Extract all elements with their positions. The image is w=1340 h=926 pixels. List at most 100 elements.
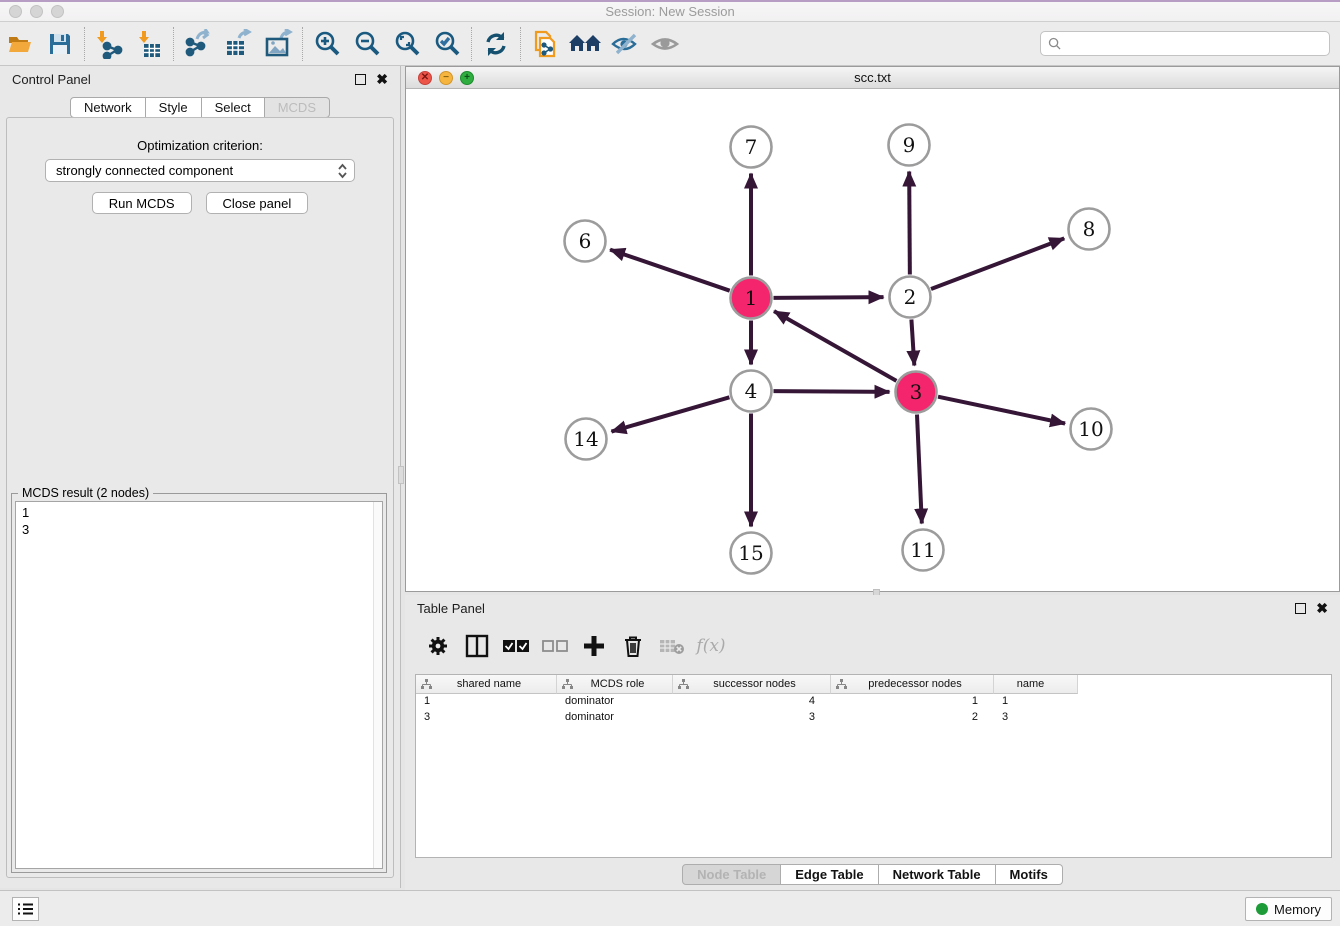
open-icon[interactable] — [0, 26, 40, 62]
vertical-splitter-handle[interactable] — [398, 466, 404, 484]
graph-edge-3-10[interactable] — [938, 397, 1065, 424]
zoom-out-icon[interactable] — [347, 26, 387, 62]
unselect-all-icon[interactable] — [540, 631, 570, 661]
graph-edge-1-6[interactable] — [610, 250, 730, 291]
column-visibility-icon[interactable] — [462, 631, 492, 661]
tab-mcds[interactable]: MCDS — [265, 97, 330, 118]
mcds-result-line: 1 — [22, 504, 382, 521]
run-mcds-button[interactable]: Run MCDS — [92, 192, 192, 214]
table-cell[interactable]: 1 — [831, 694, 994, 710]
refresh-icon[interactable] — [476, 26, 516, 62]
network-canvas[interactable]: 7968124314101511 — [406, 89, 1339, 591]
show-all-networks-icon[interactable] — [565, 26, 605, 62]
tab-select[interactable]: Select — [202, 97, 265, 118]
graph-node-label-6: 6 — [579, 229, 592, 253]
tab-edge-table[interactable]: Edge Table — [781, 864, 878, 885]
graph-edge-3-11[interactable] — [917, 414, 922, 523]
export-table-icon[interactable] — [218, 26, 258, 62]
criterion-select[interactable]: strongly connected component — [45, 159, 355, 182]
toolbar-separator — [84, 27, 85, 61]
graph-edge-2-8[interactable] — [931, 238, 1064, 289]
table-cell[interactable]: 3 — [994, 710, 1078, 726]
graph-node-label-7: 7 — [745, 135, 758, 159]
search-icon — [1048, 37, 1061, 50]
close-panel-icon[interactable]: ✖ — [376, 74, 388, 85]
task-history-button[interactable] — [12, 897, 39, 921]
show-hidden-eye-icon[interactable] — [645, 26, 685, 62]
export-network-icon[interactable] — [178, 26, 218, 62]
graph-node-label-14: 14 — [573, 427, 598, 451]
table-cell[interactable]: 2 — [831, 710, 994, 726]
hide-selected-eye-icon[interactable] — [605, 26, 645, 62]
table-cell[interactable]: dominator — [557, 710, 673, 726]
settings-gear-icon[interactable] — [423, 631, 453, 661]
hierarchy-icon — [678, 679, 689, 690]
node-table-header: shared nameMCDS rolesuccessor nodesprede… — [416, 675, 1331, 694]
graph-edge-1-2[interactable] — [773, 297, 883, 298]
table-panel: Table Panel ✖ — [405, 595, 1340, 890]
memory-label: Memory — [1274, 902, 1321, 917]
close-panel-button[interactable]: Close panel — [206, 192, 309, 214]
zoom-fit-icon[interactable] — [387, 26, 427, 62]
graph-edge-4-14[interactable] — [611, 397, 729, 431]
export-image-icon[interactable] — [258, 26, 298, 62]
toolbar-separator — [173, 27, 174, 61]
network-window-title: scc.txt — [406, 70, 1339, 85]
app-titlebar: Session: New Session — [0, 0, 1340, 22]
zoom-selected-icon[interactable] — [427, 26, 467, 62]
table-cell[interactable]: 1 — [994, 694, 1078, 710]
search-field[interactable] — [1040, 31, 1330, 56]
column-header-successor-nodes[interactable]: successor nodes — [673, 675, 831, 694]
column-header-predecessor-nodes[interactable]: predecessor nodes — [831, 675, 994, 694]
graph-edge-4-3[interactable] — [773, 391, 889, 392]
tab-network-table[interactable]: Network Table — [879, 864, 996, 885]
graph-node-label-8: 8 — [1083, 217, 1096, 241]
tab-motifs[interactable]: Motifs — [996, 864, 1063, 885]
table-row[interactable]: 3dominator323 — [416, 710, 1331, 726]
select-all-icon[interactable] — [501, 631, 531, 661]
table-cell[interactable]: 4 — [673, 694, 831, 710]
close-table-panel-icon[interactable]: ✖ — [1316, 603, 1328, 614]
status-bar: Memory — [0, 890, 1340, 926]
import-network-icon[interactable] — [89, 26, 129, 62]
graph-edge-2-9[interactable] — [909, 171, 910, 274]
import-table-icon[interactable] — [129, 26, 169, 62]
column-header-MCDS-role[interactable]: MCDS role — [557, 675, 673, 694]
tab-network[interactable]: Network — [70, 97, 146, 118]
graph-node-label-1: 1 — [745, 286, 758, 310]
column-header-name[interactable]: name — [994, 675, 1078, 694]
graph-edge-3-1[interactable] — [774, 311, 896, 381]
clone-network-icon[interactable] — [525, 26, 565, 62]
graph-edge-2-3[interactable] — [911, 319, 914, 365]
table-cell[interactable]: dominator — [557, 694, 673, 710]
result-scrollbar-track[interactable] — [373, 502, 382, 868]
hierarchy-icon — [421, 679, 432, 690]
memory-status-dot — [1256, 903, 1268, 915]
graph-node-label-15: 15 — [738, 541, 763, 565]
zoom-in-icon[interactable] — [307, 26, 347, 62]
mcds-result-line: 3 — [22, 521, 382, 538]
mcds-tab-pane: Optimization criterion: strongly connect… — [6, 117, 394, 878]
search-input[interactable] — [1066, 36, 1329, 51]
tab-style[interactable]: Style — [146, 97, 202, 118]
toolbar-separator — [520, 27, 521, 61]
table-cell[interactable]: 1 — [416, 694, 557, 710]
node-table-body: 1dominator4113dominator323 — [416, 694, 1331, 726]
column-header-shared-name[interactable]: shared name — [416, 675, 557, 694]
table-cell[interactable]: 3 — [416, 710, 557, 726]
mcds-result-textarea[interactable]: 1 3 — [15, 501, 383, 869]
network-graph: 7968124314101511 — [406, 89, 1339, 592]
graph-node-label-4: 4 — [745, 379, 758, 403]
tab-node-table[interactable]: Node Table — [682, 864, 781, 885]
add-column-icon[interactable] — [579, 631, 609, 661]
save-icon[interactable] — [40, 26, 80, 62]
float-table-panel-icon[interactable] — [1295, 603, 1306, 614]
network-window-titlebar[interactable]: ✕ − + scc.txt — [406, 67, 1339, 89]
table-row[interactable]: 1dominator411 — [416, 694, 1331, 710]
memory-button[interactable]: Memory — [1245, 897, 1332, 921]
float-panel-icon[interactable] — [355, 74, 366, 85]
node-table[interactable]: shared nameMCDS rolesuccessor nodesprede… — [415, 674, 1332, 858]
delete-column-trash-icon[interactable] — [618, 631, 648, 661]
table-cell[interactable]: 3 — [673, 710, 831, 726]
graph-node-label-9: 9 — [903, 133, 916, 157]
